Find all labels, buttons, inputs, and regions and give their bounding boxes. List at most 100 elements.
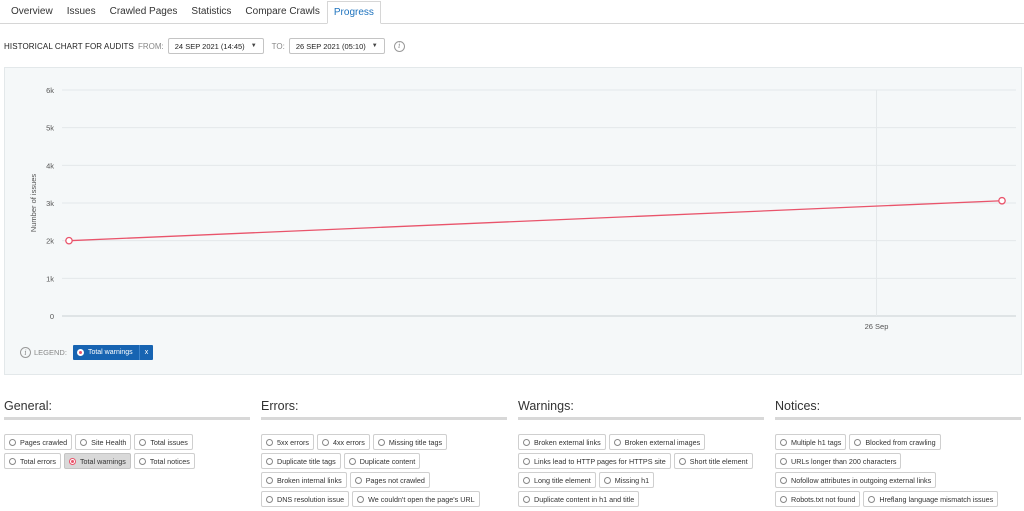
group-errors: Errors: 5xx errors 4xx errors Missing title…: [261, 398, 507, 507]
option-list: 5xx errors 4xx errors Missing title tags Du…: [261, 434, 507, 507]
metric-option-label: Duplicate title tags: [277, 456, 336, 466]
radio-icon: [780, 457, 787, 465]
metric-option[interactable]: Broken external links: [518, 434, 606, 450]
metric-option[interactable]: Total errors: [4, 453, 61, 469]
radio-icon: [854, 438, 862, 446]
report-tabs: Overview Issues Crawled Pages Statistics Com…: [0, 0, 1024, 24]
metric-option-label: Multiple h1 tags: [791, 437, 842, 447]
metric-option-label: Nofollow attributes in outgoing external…: [791, 475, 932, 485]
option-list: Broken external links Broken external ima…: [518, 434, 764, 507]
group-notices: Notices: Multiple h1 tags Blocked from cra…: [775, 398, 1021, 507]
radio-icon: [523, 438, 530, 446]
remove-series-button[interactable]: x: [138, 345, 154, 360]
metric-option[interactable]: Pages crawled: [4, 434, 73, 450]
to-label: TO:: [271, 41, 285, 51]
radio-icon: [266, 457, 273, 465]
metric-option[interactable]: Duplicate content in h1 and title: [518, 491, 640, 507]
tab-crawled-pages[interactable]: Crawled Pages: [103, 1, 185, 23]
metric-option[interactable]: Missing title tags: [372, 434, 448, 450]
legend-label: LEGEND:: [34, 348, 67, 357]
metric-option-label: Long title element: [534, 475, 591, 485]
from-label: FROM:: [137, 41, 164, 51]
metric-option[interactable]: Long title element: [518, 472, 596, 488]
y-tick-label: 5k: [46, 124, 54, 133]
from-date-select[interactable]: 24 SEP 2021 (14:45) ▼: [167, 38, 264, 54]
to-date-value: 26 SEP 2021 (05:10): [295, 41, 366, 51]
tab-progress[interactable]: Progress: [326, 1, 381, 24]
y-tick-label: 3k: [46, 199, 54, 208]
metric-option[interactable]: 4xx errors: [316, 434, 370, 450]
tab-compare-crawls[interactable]: Compare Crawls: [238, 1, 326, 23]
metric-option[interactable]: Nofollow attributes in outgoing external…: [775, 472, 937, 488]
y-axis-label: Number of issues: [29, 174, 38, 233]
metric-option-label: Site Health: [91, 437, 127, 447]
tab-overview[interactable]: Overview: [4, 1, 60, 23]
metric-option[interactable]: URLs longer than 200 characters: [775, 453, 902, 469]
chevron-down-icon: ▼: [250, 43, 257, 49]
group-title: Warnings:: [518, 398, 764, 420]
info-icon[interactable]: i: [20, 347, 31, 358]
radio-icon: [354, 476, 362, 484]
metric-option-label: Short title element: [689, 456, 748, 466]
metric-option[interactable]: Multiple h1 tags: [775, 434, 847, 450]
radio-icon: [266, 476, 273, 484]
radio-icon: [266, 495, 273, 503]
metric-option[interactable]: 5xx errors: [261, 434, 314, 450]
metric-option[interactable]: Blocked from crawling: [849, 434, 941, 450]
radio-icon: [68, 457, 76, 465]
metric-option-label: Pages not crawled: [365, 475, 425, 485]
metric-option-label: 5xx errors: [277, 437, 309, 447]
radio-icon: [139, 438, 147, 446]
tab-statistics[interactable]: Statistics: [184, 1, 238, 23]
line-chart: 0 1k 2k 3k 4k 5k 6k 26 Sep Number of issues: [29, 86, 1016, 331]
metric-option-label: DNS resolution issue: [277, 494, 345, 504]
metric-option-label: Links lead to HTTP pages for HTTPS site: [534, 456, 666, 466]
metric-option[interactable]: Hreflang language mismatch issues: [863, 491, 999, 507]
metric-option[interactable]: DNS resolution issue: [261, 491, 350, 507]
metric-option[interactable]: Links lead to HTTP pages for HTTPS site: [518, 453, 671, 469]
info-icon[interactable]: i: [393, 40, 405, 52]
radio-icon: [523, 476, 530, 484]
metric-option-label: We couldn't open the page's URL: [368, 494, 475, 504]
metric-option-label: URLs longer than 200 characters: [791, 456, 897, 466]
radio-icon: [613, 438, 621, 446]
to-date-select[interactable]: 26 SEP 2021 (05:10) ▼: [288, 38, 385, 54]
metric-option[interactable]: Broken external images: [608, 434, 706, 450]
tab-issues[interactable]: Issues: [60, 1, 103, 23]
metric-option[interactable]: Broken internal links: [261, 472, 347, 488]
radio-icon: [780, 495, 787, 503]
metric-option[interactable]: Site Health: [75, 434, 132, 450]
metric-option-label: Blocked from crawling: [865, 437, 936, 447]
y-tick-label: 4k: [46, 161, 54, 170]
group-title: Notices:: [775, 398, 1021, 420]
radio-icon: [138, 457, 146, 465]
radio-icon: [377, 438, 385, 446]
history-controls: HISTORICAL CHART FOR AUDITS FROM: 24 SEP…: [4, 38, 405, 54]
radio-icon: [523, 457, 530, 465]
history-chart: 0 1k 2k 3k 4k 5k 6k 26 Sep Number of issues i LE…: [4, 67, 1022, 375]
metric-option[interactable]: We couldn't open the page's URL: [352, 491, 480, 507]
metric-option[interactable]: Duplicate content: [343, 453, 421, 469]
metric-option-label: Broken external links: [534, 437, 601, 447]
legend-chip-label: Total warnings: [87, 349, 133, 356]
series-dot-icon: [76, 349, 84, 356]
radio-icon: [780, 476, 787, 484]
metric-option-label: Missing title tags: [388, 437, 443, 447]
data-point: [998, 196, 1006, 205]
metric-option[interactable]: Total notices: [133, 453, 195, 469]
data-point: [65, 236, 73, 245]
metric-option-label: Hreflang language mismatch issues: [879, 494, 994, 504]
metric-option[interactable]: Duplicate title tags: [261, 453, 341, 469]
group-title: Errors:: [261, 398, 507, 420]
metric-option[interactable]: Total issues: [134, 434, 193, 450]
metric-option[interactable]: Pages not crawled: [349, 472, 430, 488]
metric-option[interactable]: Total warnings: [63, 453, 131, 469]
legend-chip-total-warnings[interactable]: Total warnings x: [72, 345, 154, 360]
metric-option[interactable]: Missing h1: [598, 472, 655, 488]
metric-option-label: Pages crawled: [20, 437, 68, 447]
y-tick-label: 1k: [46, 274, 54, 283]
metric-option-label: Total notices: [149, 456, 190, 466]
metric-option[interactable]: Short title element: [673, 453, 753, 469]
radio-icon: [868, 495, 876, 503]
metric-option[interactable]: Robots.txt not found: [775, 491, 861, 507]
